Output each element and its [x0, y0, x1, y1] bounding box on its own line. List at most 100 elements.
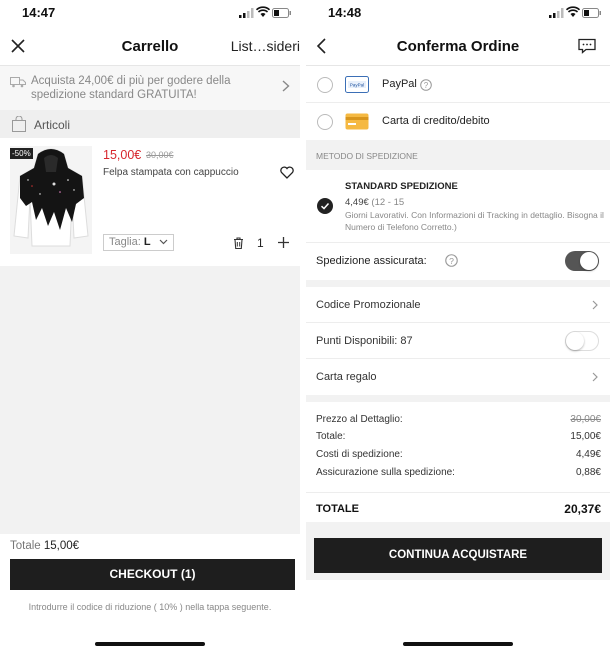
- item-quantity: 1: [257, 236, 264, 250]
- total-value: 15,00€: [43, 540, 80, 552]
- paypal-logo-icon: PayPal: [345, 76, 369, 93]
- info-icon[interactable]: ?: [420, 79, 432, 91]
- summary-row-total: Totale: 15,00€: [316, 431, 601, 447]
- bottom-area: [306, 580, 610, 660]
- home-indicator[interactable]: [95, 642, 205, 646]
- card-label: Carta di credito/debito: [382, 115, 490, 127]
- payment-option-paypal[interactable]: PayPal PayPal ?: [306, 66, 610, 103]
- svg-text:PayPal: PayPal: [350, 83, 364, 88]
- trash-icon[interactable]: [233, 237, 244, 249]
- order-options: Codice Promozionale Punti Disponibili: 8…: [306, 287, 610, 395]
- status-bar: 14:48: [306, 0, 610, 26]
- home-indicator[interactable]: [403, 642, 513, 646]
- grand-total-value: 20,37€: [564, 502, 601, 516]
- points-toggle[interactable]: [565, 331, 599, 351]
- grand-total-label: TOTALE: [316, 503, 359, 515]
- svg-text:?: ?: [449, 256, 454, 266]
- info-icon[interactable]: ?: [445, 254, 458, 267]
- order-summary: Prezzo al Dettaglio: 30,00€ Totale: 15,0…: [306, 402, 610, 522]
- selected-check-icon[interactable]: [317, 198, 333, 214]
- signal-icon: [549, 8, 564, 18]
- wifi-icon: [256, 6, 270, 17]
- page-title: Conferma Ordine: [396, 38, 520, 55]
- summary-row-shipping: Costi di spedizione: 4,49€: [316, 449, 601, 465]
- insured-toggle[interactable]: [565, 251, 599, 271]
- grand-total-row: TOTALE 20,37€: [306, 492, 610, 522]
- cart-screen: 14:47 Carrello List…sideri Acquista 24,0…: [0, 0, 300, 660]
- size-selector[interactable]: Taglia: L: [103, 234, 174, 251]
- cart-footer: Totale 15,00€ CHECKOUT (1) Introdurre il…: [0, 534, 300, 626]
- wifi-icon: [566, 6, 580, 17]
- promo-code-label: Codice Promozionale: [316, 299, 421, 311]
- hoodie-picture: [10, 146, 92, 254]
- insurance-label: Assicurazione sulla spedizione:: [316, 467, 455, 478]
- size-value: L: [143, 236, 151, 248]
- wishlist-link[interactable]: List…sideri: [231, 38, 300, 54]
- continue-purchase-button[interactable]: CONTINUA ACQUISTARE: [314, 538, 602, 573]
- discount-badge: -50%: [10, 148, 33, 159]
- status-time: 14:47: [22, 5, 56, 20]
- retail-label: Prezzo al Dettaglio:: [316, 414, 403, 425]
- shopping-bag-icon: [12, 116, 26, 132]
- shipping-option-standard[interactable]: STANDARD SPEDIZIONE 4,49€ (12 - 15 Giorn…: [306, 170, 610, 242]
- toggle-knob: [580, 252, 598, 270]
- shipping-price-value: 4,49€: [345, 197, 369, 208]
- status-bar: 14:47: [0, 0, 300, 26]
- promo-text: Acquista 24,00€ di più per godere della …: [31, 75, 231, 101]
- checkout-button[interactable]: CHECKOUT (1): [10, 559, 295, 590]
- chat-icon[interactable]: [578, 38, 596, 54]
- chevron-right-icon: [592, 300, 598, 310]
- articles-header: Articoli: [0, 110, 300, 138]
- shipping-section-header: METODO DI SPEDIZIONE: [306, 140, 610, 170]
- gift-card-label: Carta regalo: [316, 371, 377, 383]
- shipping-cost-label: Costi di spedizione:: [316, 449, 403, 460]
- signal-icon: [239, 8, 254, 18]
- retail-value: 30,00€: [570, 414, 601, 425]
- chevron-down-icon: [159, 239, 168, 245]
- total-label: Totale: [10, 540, 41, 552]
- points-label: Punti Disponibili: 87: [316, 335, 413, 347]
- insured-shipping-row: Spedizione assicurata: ?: [306, 242, 610, 280]
- payment-option-card[interactable]: Carta di credito/debito: [306, 103, 610, 140]
- svg-text:?: ?: [424, 81, 429, 90]
- product-image[interactable]: -50%: [10, 146, 92, 254]
- paypal-label: PayPal: [382, 78, 417, 90]
- shipping-price: 4,49€ (12 - 15: [345, 197, 404, 208]
- promo-code-row[interactable]: Codice Promozionale: [306, 287, 610, 323]
- shipping-days: (12 - 15: [371, 197, 405, 208]
- cart-item: -50% 15,00€ 30,00€ Felpa stampata con ca…: [0, 138, 300, 266]
- summary-row-insurance: Assicurazione sulla spedizione: 0,88€: [316, 467, 601, 483]
- cart-total: Totale 15,00€: [10, 540, 79, 552]
- paypal-radio[interactable]: [317, 77, 333, 93]
- battery-icon: [272, 8, 291, 18]
- cart-navbar: Carrello List…sideri: [0, 26, 300, 66]
- gift-card-row[interactable]: Carta regalo: [306, 359, 610, 395]
- shipping-header-label: METODO DI SPEDIZIONE: [316, 151, 418, 161]
- shipping-name: STANDARD SPEDIZIONE: [345, 181, 458, 192]
- plus-icon[interactable]: [277, 236, 290, 249]
- subtotal-label: Totale:: [316, 431, 346, 442]
- free-shipping-banner[interactable]: Acquista 24,00€ di più per godere della …: [0, 66, 300, 110]
- item-price: 15,00€: [103, 148, 142, 162]
- heart-icon[interactable]: [280, 166, 294, 179]
- status-time: 14:48: [328, 5, 362, 20]
- summary-row-retail: Prezzo al Dettaglio: 30,00€: [316, 414, 601, 430]
- order-confirm-screen: 14:48 Conferma Ordine PayPal PayPal ? Ca…: [306, 0, 610, 660]
- shipping-cost-value: 4,49€: [575, 449, 601, 460]
- order-navbar: Conferma Ordine: [306, 26, 610, 66]
- comparison-screenshot: 14:47 Carrello List…sideri Acquista 24,0…: [0, 0, 610, 660]
- points-row: Punti Disponibili: 87: [306, 323, 610, 359]
- battery-icon: [582, 8, 601, 18]
- item-old-price: 30,00€: [146, 150, 174, 160]
- chevron-right-icon: [592, 372, 598, 382]
- articles-label: Articoli: [34, 118, 71, 132]
- card-radio[interactable]: [317, 114, 333, 130]
- credit-card-icon: [345, 113, 369, 130]
- toggle-knob: [566, 332, 584, 350]
- subtotal-value: 15,00€: [570, 431, 601, 442]
- payment-methods: PayPal PayPal ? Carta di credito/debito: [306, 66, 610, 140]
- insured-label: Spedizione assicurata:: [316, 255, 427, 267]
- item-name[interactable]: Felpa stampata con cappuccio: [103, 167, 239, 178]
- size-label: Taglia:: [109, 236, 141, 248]
- truck-icon: [10, 77, 26, 88]
